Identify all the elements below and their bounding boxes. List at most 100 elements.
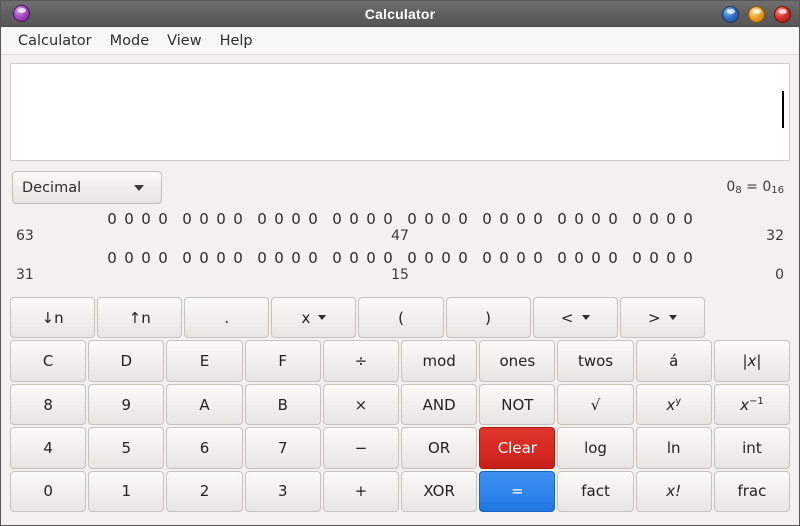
bit-toggle[interactable]: 0 <box>424 210 435 228</box>
bit-toggle[interactable]: 0 <box>533 210 544 228</box>
bitwise-or-button[interactable]: OR <box>401 427 478 469</box>
bit-toggle[interactable]: 0 <box>499 210 510 228</box>
close-button[interactable] <box>774 6 791 23</box>
digit-7-button[interactable]: 7 <box>244 427 321 469</box>
bit-toggle[interactable]: 0 <box>233 210 244 228</box>
bit-toggle[interactable]: 0 <box>291 210 302 228</box>
fractional-part-button[interactable]: frac <box>713 470 791 513</box>
hex-d-button[interactable]: D <box>88 340 165 382</box>
bit-toggle[interactable]: 0 <box>216 210 227 228</box>
variable-x-button[interactable]: x <box>271 297 357 339</box>
bit-toggle[interactable]: 0 <box>308 249 319 267</box>
menu-item-calculator[interactable]: Calculator <box>9 30 101 52</box>
bit-toggle[interactable]: 0 <box>533 249 544 267</box>
bit-toggle[interactable]: 0 <box>424 249 435 267</box>
subtract-button[interactable]: − <box>322 427 400 469</box>
digit-9-button[interactable]: 9 <box>88 383 165 426</box>
bit-toggle[interactable]: 0 <box>332 249 343 267</box>
bit-toggle[interactable]: 0 <box>407 249 418 267</box>
bitwise-not-button[interactable]: NOT <box>479 383 556 426</box>
clear-button[interactable]: Clear <box>479 427 556 469</box>
add-button[interactable]: + <box>322 470 400 513</box>
square-root-button[interactable]: √ <box>557 383 634 426</box>
bit-toggle[interactable]: 0 <box>666 210 677 228</box>
digit-2-button[interactable]: 2 <box>166 470 243 513</box>
hex-e-button[interactable]: E <box>166 340 243 382</box>
bit-toggle[interactable]: 0 <box>441 210 452 228</box>
bit-toggle[interactable]: 0 <box>332 210 343 228</box>
digit-8-button[interactable]: 8 <box>10 383 87 426</box>
bit-toggle[interactable]: 0 <box>141 210 152 228</box>
bitwise-and-button[interactable]: AND <box>401 383 478 426</box>
less-than-button[interactable]: < <box>532 297 618 339</box>
bit-toggle[interactable]: 0 <box>632 210 643 228</box>
bit-toggle[interactable]: 0 <box>216 249 227 267</box>
bit-toggle[interactable]: 0 <box>608 249 619 267</box>
bit-toggle[interactable]: 0 <box>182 210 193 228</box>
bit-toggle[interactable]: 0 <box>308 210 319 228</box>
bit-toggle[interactable]: 0 <box>499 249 510 267</box>
twos-complement-button[interactable]: twos <box>557 340 634 382</box>
digit-5-button[interactable]: 5 <box>88 427 165 469</box>
bit-toggle[interactable]: 0 <box>574 249 585 267</box>
power-button[interactable]: xy <box>635 383 712 426</box>
digit-1-button[interactable]: 1 <box>88 470 165 513</box>
bit-toggle[interactable]: 0 <box>124 249 135 267</box>
reciprocal-button[interactable]: x−1 <box>713 383 791 426</box>
bit-toggle[interactable]: 0 <box>458 210 469 228</box>
close-paren-button[interactable]: ) <box>445 297 531 339</box>
bit-toggle[interactable]: 0 <box>608 210 619 228</box>
bit-toggle[interactable]: 0 <box>107 210 118 228</box>
bit-toggle[interactable]: 0 <box>591 249 602 267</box>
divide-button[interactable]: ÷ <box>322 340 400 382</box>
digit-4-button[interactable]: 4 <box>10 427 87 469</box>
bit-toggle[interactable]: 0 <box>233 249 244 267</box>
shift-right-button[interactable]: ↓n <box>10 297 96 339</box>
bit-toggle[interactable]: 0 <box>124 210 135 228</box>
minimize-button[interactable] <box>722 6 739 23</box>
bit-toggle[interactable]: 0 <box>158 210 169 228</box>
bit-toggle[interactable]: 0 <box>274 210 285 228</box>
bit-toggle[interactable]: 0 <box>683 249 694 267</box>
bit-toggle[interactable]: 0 <box>366 210 377 228</box>
natural-log-button[interactable]: ln <box>635 427 712 469</box>
ones-complement-button[interactable]: ones <box>479 340 556 382</box>
hex-b-button[interactable]: B <box>244 383 321 426</box>
bit-toggle[interactable]: 0 <box>366 249 377 267</box>
bit-toggle[interactable]: 0 <box>199 249 210 267</box>
digit-3-button[interactable]: 3 <box>244 470 321 513</box>
bit-toggle[interactable]: 0 <box>349 210 360 228</box>
greater-than-button[interactable]: > <box>619 297 705 339</box>
bit-toggle[interactable]: 0 <box>141 249 152 267</box>
bit-toggle[interactable]: 0 <box>591 210 602 228</box>
bit-toggle[interactable]: 0 <box>649 210 660 228</box>
maximize-button[interactable] <box>748 6 765 23</box>
modulo-button[interactable]: mod <box>401 340 478 382</box>
a-acute-button[interactable]: á <box>635 340 712 382</box>
bit-toggle[interactable]: 0 <box>349 249 360 267</box>
bit-toggle[interactable]: 0 <box>574 210 585 228</box>
menu-item-help[interactable]: Help <box>211 30 262 52</box>
menu-item-mode[interactable]: Mode <box>101 30 159 52</box>
menu-item-view[interactable]: View <box>158 30 210 52</box>
decimal-point-button[interactable]: . <box>184 297 270 339</box>
bit-toggle[interactable]: 0 <box>482 210 493 228</box>
bit-toggle[interactable]: 0 <box>182 249 193 267</box>
bit-toggle[interactable]: 0 <box>407 210 418 228</box>
bit-toggle[interactable]: 0 <box>441 249 452 267</box>
bit-toggle[interactable]: 0 <box>632 249 643 267</box>
factorial-button[interactable]: x! <box>635 470 712 513</box>
bit-toggle[interactable]: 0 <box>557 249 568 267</box>
base-selector-dropdown[interactable]: Decimal <box>12 171 162 204</box>
open-paren-button[interactable]: ( <box>358 297 444 339</box>
hex-a-button[interactable]: A <box>166 383 243 426</box>
integer-part-button[interactable]: int <box>713 427 791 469</box>
bit-toggle[interactable]: 0 <box>158 249 169 267</box>
bit-toggle[interactable]: 0 <box>107 249 118 267</box>
factorize-button[interactable]: fact <box>557 470 634 513</box>
bitwise-xor-button[interactable]: XOR <box>401 470 478 513</box>
bit-toggle[interactable]: 0 <box>557 210 568 228</box>
bit-toggle[interactable]: 0 <box>482 249 493 267</box>
bit-toggle[interactable]: 0 <box>274 249 285 267</box>
equals-button[interactable]: = <box>479 470 556 513</box>
